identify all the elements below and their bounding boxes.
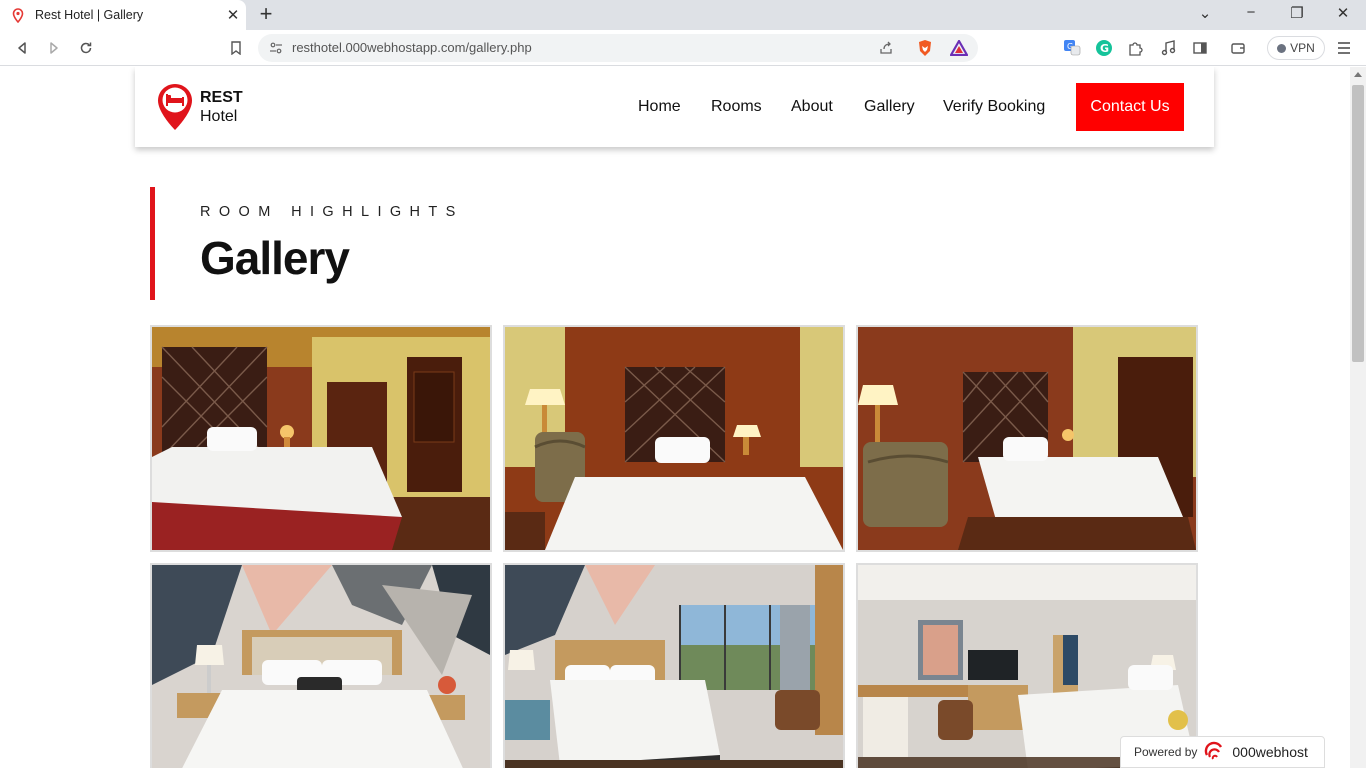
close-window-icon[interactable]: ✕ (1331, 4, 1355, 22)
vpn-label: VPN (1290, 41, 1315, 55)
site-header: REST Hotel Home Rooms About Gallery Veri… (135, 67, 1214, 147)
webhost-brand: 000webhost (1232, 744, 1308, 760)
gallery-image-5[interactable] (503, 563, 845, 768)
browser-tab[interactable]: Rest Hotel | Gallery ✕ (0, 0, 246, 30)
contact-us-button[interactable]: Contact Us (1076, 83, 1184, 131)
gallery-image-3[interactable] (856, 325, 1198, 552)
extensions-puzzle-icon[interactable] (1126, 38, 1146, 58)
restore-icon[interactable]: ❐ (1285, 4, 1309, 22)
sidebar-icon[interactable] (1190, 38, 1210, 58)
forward-icon[interactable] (44, 38, 64, 58)
nav-gallery[interactable]: Gallery (864, 98, 915, 116)
brand-subtitle[interactable]: Hotel (200, 108, 237, 126)
reload-icon[interactable] (76, 38, 96, 58)
grammarly-icon[interactable]: G (1094, 38, 1114, 58)
translate-icon[interactable]: G (1062, 38, 1082, 58)
hotel-location-logo-icon[interactable] (157, 83, 193, 131)
tab-search-icon[interactable]: ⌄ (1193, 4, 1217, 22)
scroll-up-arrow-icon[interactable] (1354, 72, 1362, 77)
page-title: Gallery (200, 232, 350, 284)
page-viewport: REST Hotel Home Rooms About Gallery Veri… (0, 67, 1350, 768)
browser-tab-strip: Rest Hotel | Gallery ✕ + ⌄ − ❐ ✕ (0, 0, 1366, 30)
close-tab-icon[interactable]: ✕ (220, 6, 246, 24)
svg-text:G: G (1100, 42, 1109, 55)
brave-shield-icon[interactable] (916, 39, 934, 57)
brand-name[interactable]: REST (200, 89, 243, 107)
section-eyebrow: ROOM HIGHLIGHTS (200, 204, 464, 220)
hamburger-menu-icon[interactable] (1334, 38, 1354, 58)
url-text: resthotel.000webhostapp.com/gallery.php (292, 40, 532, 55)
music-note-icon[interactable] (1158, 38, 1178, 58)
gallery-image-2[interactable] (503, 325, 845, 552)
scrollbar-thumb[interactable] (1352, 85, 1364, 362)
section-accent-bar (150, 187, 155, 300)
vpn-status-icon (1277, 43, 1287, 53)
browser-toolbar: resthotel.000webhostapp.com/gallery.php … (0, 30, 1366, 66)
new-tab-button[interactable]: + (256, 2, 276, 26)
bookmark-icon[interactable] (226, 38, 246, 58)
back-icon[interactable] (12, 38, 32, 58)
page-scrollbar[interactable] (1350, 67, 1366, 768)
gallery-image-1[interactable] (150, 325, 492, 552)
nav-verify-booking[interactable]: Verify Booking (943, 98, 1045, 116)
site-info-icon[interactable] (267, 39, 285, 57)
gallery-image-4[interactable] (150, 563, 492, 768)
nav-about[interactable]: About (791, 98, 833, 116)
nav-rooms[interactable]: Rooms (711, 98, 762, 116)
nav-home[interactable]: Home (638, 98, 681, 116)
tab-title: Rest Hotel | Gallery (35, 8, 144, 22)
address-bar[interactable]: resthotel.000webhostapp.com/gallery.php (258, 34, 978, 62)
webhost-logo-icon (1205, 741, 1223, 760)
vpn-button[interactable]: VPN (1267, 36, 1325, 60)
location-pin-icon (12, 7, 24, 23)
share-icon[interactable] (877, 39, 895, 57)
brave-rewards-icon[interactable] (950, 39, 968, 57)
powered-by-label: Powered by (1134, 745, 1198, 759)
wallet-icon[interactable] (1228, 38, 1248, 58)
minimize-icon[interactable]: − (1239, 4, 1263, 21)
powered-by-badge[interactable]: Powered by 000webhost (1120, 736, 1325, 768)
